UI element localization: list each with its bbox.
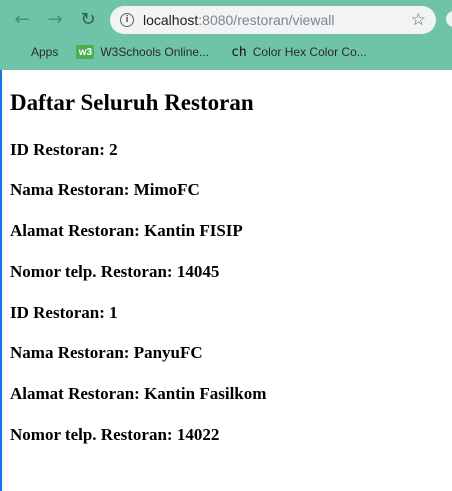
bookmark-label: W3Schools Online... [100,45,210,59]
restaurant-name: Nama Restoran: MimoFC [10,180,200,199]
bookmarks-bar: Apps w3 W3Schools Online... ch Color Hex… [0,38,452,66]
forward-button[interactable]: → [43,7,67,31]
restaurant-phone: Nomor telp. Restoran: 14022 [10,425,220,444]
url-text[interactable]: localhost:8080/restoran/viewall [143,12,334,28]
browser-chrome: ← → ↻ i localhost:8080/restoran/viewall … [0,0,452,70]
bookmark-label: Apps [31,45,59,59]
star-icon[interactable]: ☆ [411,10,426,30]
restaurant-id: ID Restoran: 1 [10,303,118,322]
restaurant-name: Nama Restoran: PanyuFC [10,343,203,362]
page-title: Daftar Seluruh Restoran [10,90,254,115]
page-content: Daftar Seluruh Restoran ID Restoran: 2 N… [0,70,452,491]
back-button[interactable]: ← [10,7,34,31]
browser-toolbar: ← → ↻ i localhost:8080/restoran/viewall … [0,0,452,38]
restaurant-phone: Nomor telp. Restoran: 14045 [10,262,220,281]
w3schools-icon: w3 [76,45,95,59]
arrow-left-icon: ← [14,8,30,30]
arrow-right-icon: → [47,8,63,30]
restaurant-address: Alamat Restoran: Kantin Fasilkom [10,384,267,403]
reload-button[interactable]: ↻ [76,7,100,31]
url-host: localhost [143,12,199,28]
bookmark-apps[interactable]: Apps [13,45,58,59]
info-icon[interactable]: i [120,13,134,27]
apps-grid-icon [13,46,25,58]
url-path: :8080/restoran/viewall [198,12,335,28]
reload-icon: ↻ [80,8,96,30]
bookmark-w3schools[interactable]: w3 W3Schools Online... [76,45,209,59]
bookmark-label: Color Hex Color Co... [252,45,367,59]
bookmark-colorhex[interactable]: ch Color Hex Color Co... [231,45,367,60]
address-bar[interactable]: i localhost:8080/restoran/viewall ☆ [110,6,436,34]
restaurant-id: ID Restoran: 2 [10,140,118,159]
colorhex-icon: ch [231,44,247,60]
restaurant-address: Alamat Restoran: Kantin FISIP [10,221,243,240]
profile-avatar[interactable] [446,11,452,27]
